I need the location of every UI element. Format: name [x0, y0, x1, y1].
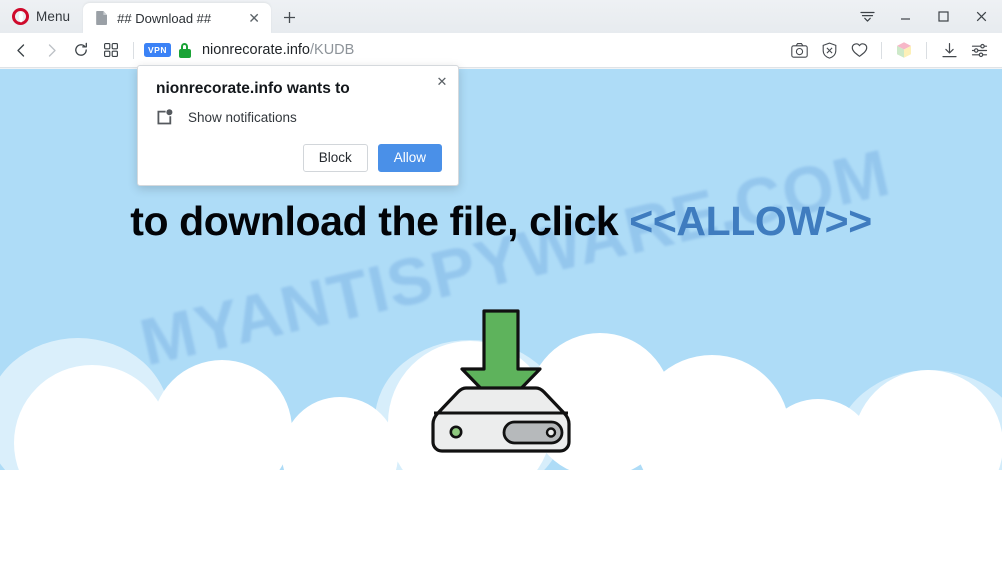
new-tab-button[interactable] — [275, 3, 303, 31]
opera-logo-icon — [12, 8, 29, 25]
speed-dial-button[interactable] — [96, 36, 126, 64]
dialog-actions: Block Allow — [302, 144, 442, 172]
extension-cube-icon[interactable] — [889, 36, 919, 64]
browser-window: Menu ## Download ## ✕ VPN nionrecorate.i… — [0, 0, 1002, 575]
dialog-close-icon[interactable]: ✕ — [431, 71, 453, 93]
easy-setup-icon[interactable] — [964, 36, 994, 64]
toolbar-divider — [881, 41, 882, 59]
plus-icon — [283, 11, 295, 23]
hard-drive-download-illustration — [416, 309, 586, 459]
address-bar[interactable]: VPN nionrecorate.info/KUDB — [141, 42, 784, 58]
back-button[interactable] — [6, 36, 36, 64]
dialog-title: nionrecorate.info wants to — [156, 80, 350, 97]
dialog-permission-row: Show notifications — [156, 108, 297, 126]
reload-icon — [75, 42, 87, 56]
notification-permission-dialog: ✕ nionrecorate.info wants to Show notifi… — [137, 65, 459, 186]
window-controls — [848, 0, 1002, 33]
opera-menu-button[interactable]: Menu — [8, 3, 79, 30]
maximize-icon[interactable] — [924, 2, 962, 32]
reload-button[interactable] — [66, 36, 96, 64]
show-notifications-icon — [156, 108, 174, 126]
headline-allow-text: <<ALLOW>> — [629, 198, 872, 244]
favorite-heart-icon[interactable] — [844, 36, 874, 64]
minimize-icon[interactable] — [886, 2, 924, 32]
block-button[interactable]: Block — [302, 144, 368, 172]
grid-icon — [104, 43, 118, 57]
page-document-icon — [95, 10, 109, 26]
allow-button[interactable]: Allow — [377, 144, 442, 172]
close-icon[interactable] — [962, 2, 1000, 32]
toolbar-right-icons — [784, 36, 1002, 64]
ad-blocker-icon[interactable] — [814, 36, 844, 64]
chevron-right-icon — [48, 43, 56, 57]
snapshot-icon[interactable] — [784, 36, 814, 64]
page-headline: to download the file, click <<ALLOW>> — [0, 198, 1002, 245]
menu-button-label: Menu — [36, 9, 71, 24]
url-domain: nionrecorate.info — [201, 42, 310, 58]
url-path: /KUDB — [310, 42, 355, 58]
forward-button — [36, 36, 66, 64]
navigation-toolbar: VPN nionrecorate.info/KUDB — [0, 33, 1002, 68]
dialog-permission-label: Show notifications — [188, 109, 297, 125]
tab-strip: Menu ## Download ## ✕ — [0, 0, 1002, 33]
toolbar-divider — [926, 41, 927, 59]
vpn-badge[interactable]: VPN — [144, 43, 171, 57]
chevron-left-icon — [16, 43, 24, 57]
tab-list-dropdown-icon[interactable] — [848, 2, 886, 32]
headline-prefix: to download the file, click — [130, 198, 630, 244]
downloads-icon[interactable] — [934, 36, 964, 64]
tab-title: ## Download ## — [117, 10, 212, 26]
tab-close-icon[interactable]: ✕ — [243, 7, 265, 29]
browser-tab[interactable]: ## Download ## ✕ — [83, 3, 272, 33]
toolbar-divider — [133, 41, 134, 59]
address-bar-url: nionrecorate.info/KUDB — [202, 42, 354, 58]
lock-icon[interactable] — [178, 42, 191, 58]
